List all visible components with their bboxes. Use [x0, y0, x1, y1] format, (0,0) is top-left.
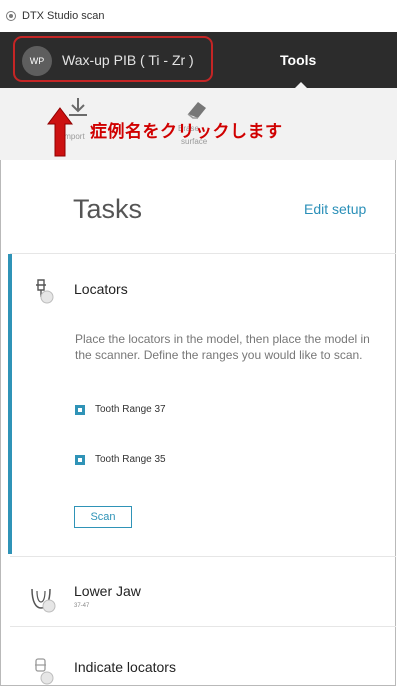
active-task-indicator — [8, 254, 12, 554]
locator-icon — [36, 279, 54, 304]
tooth-range-checkbox[interactable] — [75, 405, 85, 415]
tab-tools[interactable]: Tools — [280, 52, 316, 68]
task-title-indicate-locators[interactable]: Indicate locators — [74, 659, 176, 675]
tooth-range-checkbox[interactable] — [75, 455, 85, 465]
tooth-range-label: Tooth Range 37 — [95, 404, 166, 415]
task-title-lower-jaw[interactable]: Lower Jaw — [74, 583, 141, 599]
window-title: DTX Studio scan — [22, 10, 105, 22]
indicate-locators-icon — [35, 658, 54, 685]
tooth-range-label: Tooth Range 35 — [95, 454, 166, 465]
edit-setup-link[interactable]: Edit setup — [304, 201, 366, 217]
task-subtitle-lower-jaw: 37-47 — [74, 603, 90, 609]
app-logo-icon — [6, 11, 16, 21]
divider — [10, 253, 396, 254]
case-name[interactable]: Wax-up PIB ( Ti - Zr ) — [62, 52, 194, 68]
case-avatar[interactable]: WP — [22, 46, 52, 76]
annotation-text: 症例名をクリックします — [90, 122, 283, 141]
locators-description: Place the locators in the model, then pl… — [75, 332, 370, 362]
tasks-heading: Tasks — [73, 194, 143, 224]
divider — [10, 626, 396, 627]
annotation-arrow-icon — [47, 107, 73, 157]
divider — [10, 556, 396, 557]
task-title-locators[interactable]: Locators — [74, 281, 128, 297]
scan-button[interactable]: Scan — [74, 506, 132, 528]
lower-jaw-icon — [31, 588, 56, 613]
title-bar: DTX Studio scan — [0, 0, 397, 33]
